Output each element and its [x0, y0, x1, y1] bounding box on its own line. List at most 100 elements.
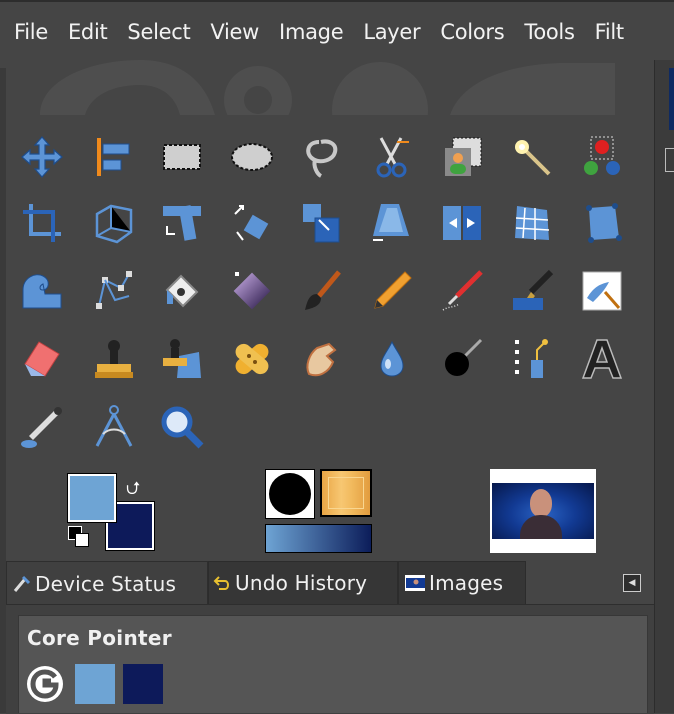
perspective-tool-icon — [373, 204, 409, 241]
tab-images-label: Images — [429, 571, 504, 595]
flip-tool[interactable] — [436, 197, 488, 249]
tab-device-status[interactable]: Device Status — [6, 561, 208, 606]
gradient-indicator[interactable] — [265, 524, 372, 553]
bucket-fill-tool-icon — [165, 274, 199, 308]
shear-tool[interactable] — [226, 197, 278, 249]
mypaint-brush-tool[interactable] — [576, 265, 628, 317]
scale-tool-icon — [303, 204, 340, 243]
swap-colors-icon[interactable]: ⮍ — [126, 476, 140, 506]
color-picker-tool-icon — [21, 407, 62, 448]
pencil-tool[interactable] — [366, 265, 418, 317]
clone-tool-icon — [95, 340, 133, 378]
color-picker-tool[interactable] — [16, 401, 68, 453]
ink-tool-icon — [513, 269, 554, 310]
crop-tool-icon — [23, 204, 61, 242]
gimp-g-icon — [27, 666, 63, 702]
device-status-icon — [13, 575, 31, 592]
clone-tool[interactable] — [88, 333, 140, 385]
ellipse-select-tool[interactable] — [226, 131, 278, 183]
bucket-fill-tool[interactable] — [156, 265, 208, 317]
images-icon — [405, 575, 425, 591]
eraser-tool[interactable] — [16, 333, 68, 385]
zoom-tool[interactable] — [156, 401, 208, 453]
fuzzy-select-tool-icon — [515, 140, 551, 176]
warp-transform-tool-icon — [22, 274, 62, 309]
free-select-tool[interactable] — [296, 131, 348, 183]
rotate-tool-icon — [163, 205, 201, 241]
measure-tool[interactable] — [88, 401, 140, 453]
tab-images[interactable]: Images — [398, 561, 526, 605]
blur-sharpen-tool[interactable] — [366, 333, 418, 385]
menu-layer[interactable]: Layer — [357, 20, 426, 44]
foreground-color-swatch[interactable] — [67, 473, 117, 523]
scissors-select-tool[interactable] — [366, 131, 418, 183]
pattern-indicator[interactable] — [320, 469, 372, 517]
gradient-tool[interactable] — [226, 265, 278, 317]
dock-tabs: Device Status Undo History Images — [6, 561, 654, 606]
ink-tool[interactable] — [506, 265, 558, 317]
unified-transform-tool[interactable] — [88, 197, 140, 249]
right-dock-checkbox[interactable] — [665, 148, 674, 172]
active-image-thumbnail[interactable] — [490, 469, 596, 553]
tab-menu-arrow-icon: ◀ — [628, 578, 636, 588]
shear-tool-icon — [234, 205, 269, 241]
ellipse-select-tool-icon — [231, 143, 273, 171]
airbrush-tool[interactable] — [436, 265, 488, 317]
menu-colors[interactable]: Colors — [434, 20, 510, 44]
right-dock-preview — [669, 68, 674, 130]
brush-indicator[interactable] — [265, 469, 315, 519]
n-point-deformation-tool[interactable] — [506, 333, 558, 385]
zoom-tool-icon — [161, 406, 204, 449]
brush-circle-icon — [269, 473, 311, 515]
fuzzy-select-tool[interactable] — [506, 131, 558, 183]
text-tool[interactable] — [576, 333, 628, 385]
core-pointer-box: Core Pointer — [18, 615, 648, 713]
dodge-burn-tool[interactable] — [436, 333, 488, 385]
smudge-tool[interactable] — [296, 333, 348, 385]
foreground-select-tool[interactable] — [436, 131, 488, 183]
perspective-clone-tool[interactable] — [156, 333, 208, 385]
flip-tool-icon — [443, 206, 481, 240]
unified-transform-tool-icon — [95, 204, 133, 244]
align-tool[interactable] — [88, 131, 140, 183]
perspective-tool[interactable] — [366, 197, 418, 249]
tab-undo-history[interactable]: Undo History — [208, 561, 398, 605]
menu-tools[interactable]: Tools — [518, 20, 580, 44]
paths-tool[interactable] — [88, 265, 140, 317]
handle-transform-tool-icon — [586, 203, 622, 243]
tab-menu-button[interactable]: ◀ — [623, 574, 641, 592]
heal-tool[interactable] — [226, 333, 278, 385]
select-by-color-tool-icon — [584, 136, 620, 175]
right-dock-panel — [654, 60, 674, 713]
pencil-tool-icon — [374, 271, 412, 309]
rotate-tool[interactable] — [156, 197, 208, 249]
eraser-tool-icon — [24, 341, 60, 377]
crop-tool[interactable] — [16, 197, 68, 249]
menu-image[interactable]: Image — [273, 20, 349, 44]
rect-select-tool-icon — [163, 144, 201, 170]
handle-transform-tool[interactable] — [576, 197, 628, 249]
portrait-body — [520, 515, 562, 539]
align-tool-icon — [97, 138, 130, 176]
scale-tool[interactable] — [296, 197, 348, 249]
menu-edit[interactable]: Edit — [62, 20, 113, 44]
device-foreground-swatch — [75, 664, 115, 704]
paths-tool-icon — [96, 271, 132, 309]
gradient-tool-icon — [233, 272, 271, 310]
menu-select[interactable]: Select — [121, 20, 196, 44]
menu-file[interactable]: File — [8, 20, 54, 44]
menu-filters[interactable]: Filt — [589, 20, 630, 44]
paintbrush-tool[interactable] — [296, 265, 348, 317]
measure-tool-icon — [95, 405, 133, 447]
menu-view[interactable]: View — [204, 20, 265, 44]
device-name: Core Pointer — [27, 626, 172, 650]
cage-transform-tool[interactable] — [506, 197, 558, 249]
dodge-burn-tool-icon — [445, 338, 483, 376]
select-by-color-tool[interactable] — [576, 131, 628, 183]
move-tool-icon — [21, 136, 63, 178]
blur-sharpen-tool-icon — [380, 340, 404, 377]
move-tool[interactable] — [16, 131, 68, 183]
warp-transform-tool[interactable] — [16, 265, 68, 317]
default-colors-icon[interactable] — [68, 526, 90, 548]
rect-select-tool[interactable] — [156, 131, 208, 183]
